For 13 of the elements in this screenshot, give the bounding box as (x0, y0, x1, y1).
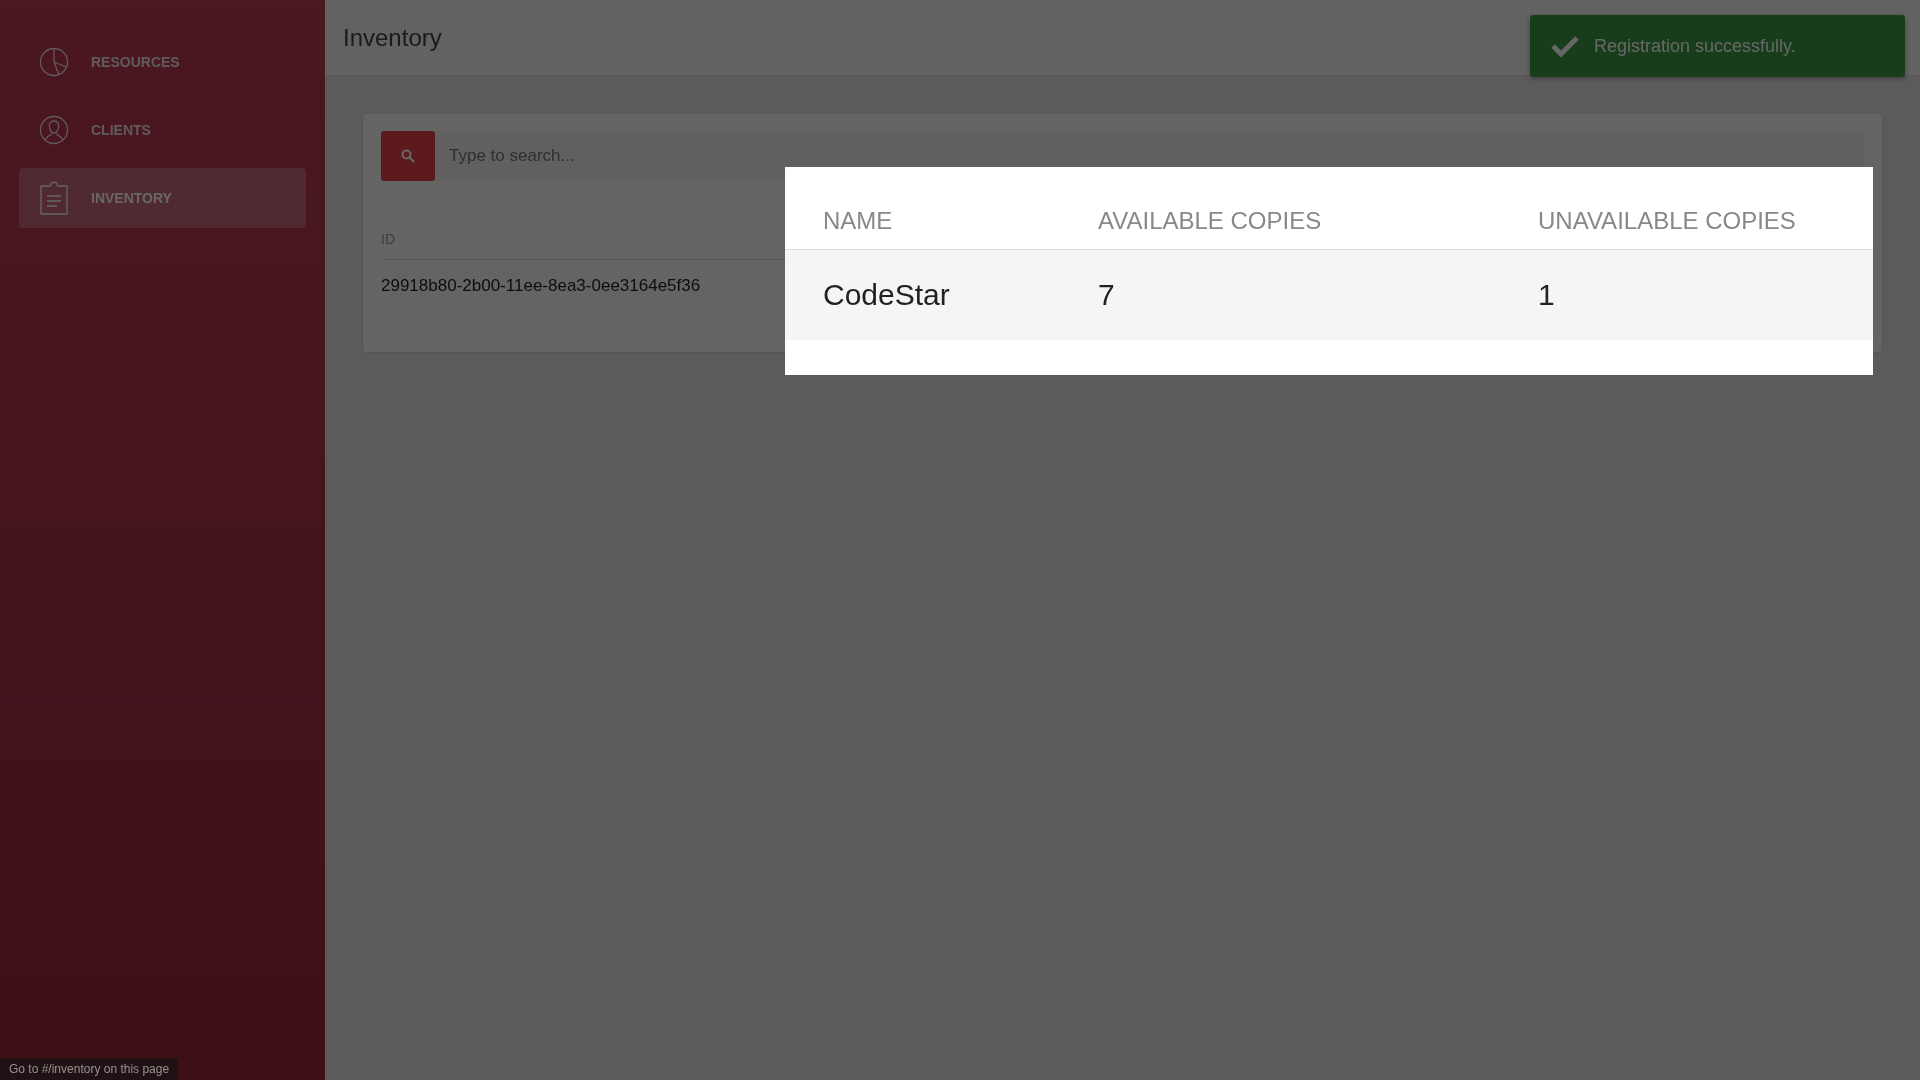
checkmark-icon (1550, 34, 1580, 58)
page-title: Inventory (343, 23, 442, 52)
pie-chart-icon (39, 47, 69, 77)
sidebar-item[interactable]: RESOURCES (19, 32, 306, 92)
column-header: NAME (785, 207, 1060, 250)
sidebar-item[interactable]: CLIENTS (19, 100, 306, 160)
column-header: AVAILABLE COPIES (1060, 207, 1500, 250)
search-icon (401, 149, 415, 163)
column-header: UNAVAILABLE COPIES (1500, 207, 1873, 250)
toast-message: Registration successfully. (1594, 35, 1796, 57)
user-icon (39, 115, 69, 145)
clipboard-icon (39, 181, 69, 215)
status-bar-link-preview: Go to #/inventory on this page (0, 1058, 179, 1080)
